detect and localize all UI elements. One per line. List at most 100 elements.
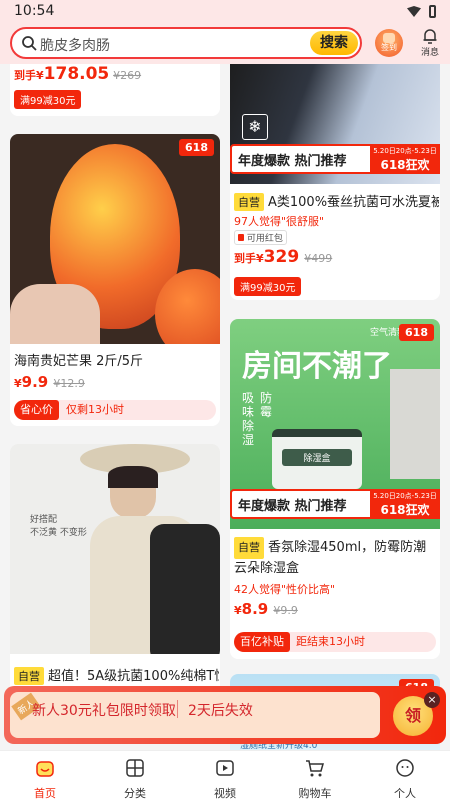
price-tag: 百亿补贴 xyxy=(234,632,290,652)
message-label: 消息 xyxy=(420,48,439,58)
promo-date: 5.20日20点-5.23日 xyxy=(373,147,437,155)
promo-right: 5.20日20点-5.23日 618狂欢 xyxy=(370,144,440,174)
price-prefix: 到手¥ xyxy=(14,69,44,82)
search-icon xyxy=(22,36,37,51)
search-placeholder[interactable]: 脆皮多肉肠 xyxy=(40,35,110,55)
tab-label: 购物车 xyxy=(298,787,332,800)
message-button[interactable]: 消息 xyxy=(418,27,442,58)
overlay-text: 好搭配 不泛黄 不变形 xyxy=(30,514,87,540)
status-bar: 10:54 xyxy=(0,0,450,24)
hair xyxy=(108,466,158,488)
price-tag: 省心价 xyxy=(14,400,59,420)
promo-right: 5.20日20点-5.23日 618狂欢 xyxy=(370,489,440,519)
product-title-row[interactable]: 自营 超值！5A级抗菌100%纯棉T恤 xyxy=(14,665,219,685)
tab-category[interactable]: 分类 xyxy=(90,751,180,800)
close-icon[interactable]: × xyxy=(424,692,440,708)
signin-button[interactable]: 签到 xyxy=(375,29,403,57)
product-card-mango[interactable]: 618 海南贵妃芒果 2斤/5斤 ¥9.9 ¥12.9 省心价 仅剩13小时 xyxy=(10,134,220,426)
promo-left: 年度爆款 热门推荐 xyxy=(238,154,347,169)
home-icon xyxy=(36,761,54,777)
product-title: 超值！5A级抗菌100%纯棉T恤 xyxy=(48,669,219,684)
wifi-icon xyxy=(407,6,421,17)
box-label: 除湿盒 xyxy=(282,449,352,466)
top-header: 脆皮多肉肠 搜索 签到 消息 xyxy=(0,24,450,64)
vertical-text-2: 防霉 xyxy=(260,391,273,419)
price-tag-row: 省心价 仅剩13小时 xyxy=(14,400,216,420)
product-card-dehumidifier[interactable]: 空气清新 618 房间不潮了 吸味除湿 防霉 除湿盒 年度爆款 热门推荐 5.2… xyxy=(230,319,440,659)
newcomer-banner[interactable]: 新人 新人30元礼包限时领取 2天后失效 领 × xyxy=(4,686,446,744)
video-icon xyxy=(216,760,234,776)
promo-date: 5.20日20点-5.23日 xyxy=(373,492,437,500)
banner-expire: 2天后失效 xyxy=(188,703,253,719)
tab-profile[interactable]: 个人 xyxy=(360,751,450,800)
price-value: 329 xyxy=(263,247,300,267)
dehumidifier-box: 除湿盒 xyxy=(272,429,362,489)
price-tag-note: 仅剩13小时 xyxy=(66,403,124,416)
bottom-tab-bar: 首页 分类 视频 购物车 个人 xyxy=(0,750,450,800)
self-operated-tag: 自营 xyxy=(234,537,264,559)
red-packet-tag: 可用红包 xyxy=(234,230,287,245)
price-prefix: 到手¥ xyxy=(234,252,264,265)
product-image-mango[interactable]: 618 xyxy=(10,134,220,344)
original-price: ¥269 xyxy=(113,69,142,82)
status-icons xyxy=(407,5,436,18)
profile-icon xyxy=(396,759,414,777)
price-tag-note: 距结束13小时 xyxy=(296,635,365,648)
promo-event: 618狂欢 xyxy=(380,158,430,172)
search-bar[interactable]: 脆皮多肉肠 搜索 xyxy=(10,27,362,59)
product-card-partial[interactable]: 到手¥178.05 ¥269 满99减30元 xyxy=(10,64,220,116)
promo-event: 618狂欢 xyxy=(380,503,430,517)
red-packet-label: 可用红包 xyxy=(246,234,283,244)
books xyxy=(390,369,440,479)
status-time: 10:54 xyxy=(14,3,55,19)
promo-bar: 年度爆款 热门推荐 5.20日20点-5.23日 618狂欢 xyxy=(230,144,440,174)
product-title-row[interactable]: 自营 A类100%蚕丝抗菌可水洗夏被 xyxy=(234,191,439,211)
product-image-silk[interactable]: ❄ 年度爆款 热门推荐 5.20日20点-5.23日 618狂欢 xyxy=(230,64,440,184)
promo-bar: 年度爆款 热门推荐 5.20日20点-5.23日 618狂欢 xyxy=(230,489,440,519)
tab-label: 视频 xyxy=(214,787,236,800)
review-note: 42人觉得"性价比高" xyxy=(234,583,336,596)
coupon-tag: 满99减30元 xyxy=(14,90,82,109)
tab-label: 首页 xyxy=(34,787,56,800)
signin-label: 签到 xyxy=(381,43,397,52)
price-value: 8.9 xyxy=(241,600,269,618)
battery-icon xyxy=(429,5,436,18)
product-image-dehumidifier[interactable]: 空气清新 618 房间不潮了 吸味除湿 防霉 除湿盒 年度爆款 热门推荐 5.2… xyxy=(230,319,440,529)
snowflake-icon: ❄ xyxy=(242,114,268,140)
price-prefix: ¥ xyxy=(14,377,22,390)
search-button[interactable]: 搜索 xyxy=(310,31,358,55)
badge-618: 618 xyxy=(399,324,434,341)
vertical-text-1: 吸味除湿 xyxy=(242,391,255,447)
hand xyxy=(10,284,100,344)
backpack xyxy=(150,524,220,654)
product-feed[interactable]: 到手¥178.05 ¥269 满99减30元 618 海南贵妃芒果 2斤/5斤 … xyxy=(0,64,450,750)
price-value: 9.9 xyxy=(21,373,49,391)
self-operated-tag: 自营 xyxy=(14,667,44,685)
coupon-tag: 满99减30元 xyxy=(234,277,302,296)
product-card-silk[interactable]: ❄ 年度爆款 热门推荐 5.20日20点-5.23日 618狂欢 自营 A类100… xyxy=(230,64,440,300)
promo-left: 年度爆款 热门推荐 xyxy=(238,499,347,514)
original-price: ¥12.9 xyxy=(53,377,85,390)
product-title-row[interactable]: 自营 香氛除湿450ml，防霉防潮云朵除湿盒 xyxy=(234,537,436,579)
price-tag-row: 百亿补贴 距结束13小时 xyxy=(234,632,436,652)
tab-home[interactable]: 首页 xyxy=(0,751,90,800)
price-value: 178.05 xyxy=(43,64,110,84)
original-price: ¥499 xyxy=(304,252,333,265)
product-title: A类100%蚕丝抗菌可水洗夏被 xyxy=(268,195,439,210)
tab-label: 分类 xyxy=(124,787,146,800)
review-note: 97人觉得"很舒服" xyxy=(234,215,325,228)
badge-618: 618 xyxy=(179,139,214,156)
overlay-line-1: 好搭配 xyxy=(30,515,58,525)
self-operated-tag: 自营 xyxy=(234,193,264,211)
tab-video[interactable]: 视频 xyxy=(180,751,270,800)
tab-cart[interactable]: 购物车 xyxy=(270,751,360,800)
cart-icon xyxy=(306,760,324,777)
product-title[interactable]: 海南贵妃芒果 2斤/5斤 xyxy=(14,350,143,369)
bell-icon xyxy=(423,29,437,44)
tab-label: 个人 xyxy=(394,787,416,800)
headline: 房间不潮了 xyxy=(242,349,392,384)
category-icon xyxy=(126,759,144,777)
red-packet-icon xyxy=(238,234,244,241)
product-image-tshirt[interactable]: 好搭配 不泛黄 不变形 xyxy=(10,444,220,654)
banner-divider xyxy=(177,700,178,718)
